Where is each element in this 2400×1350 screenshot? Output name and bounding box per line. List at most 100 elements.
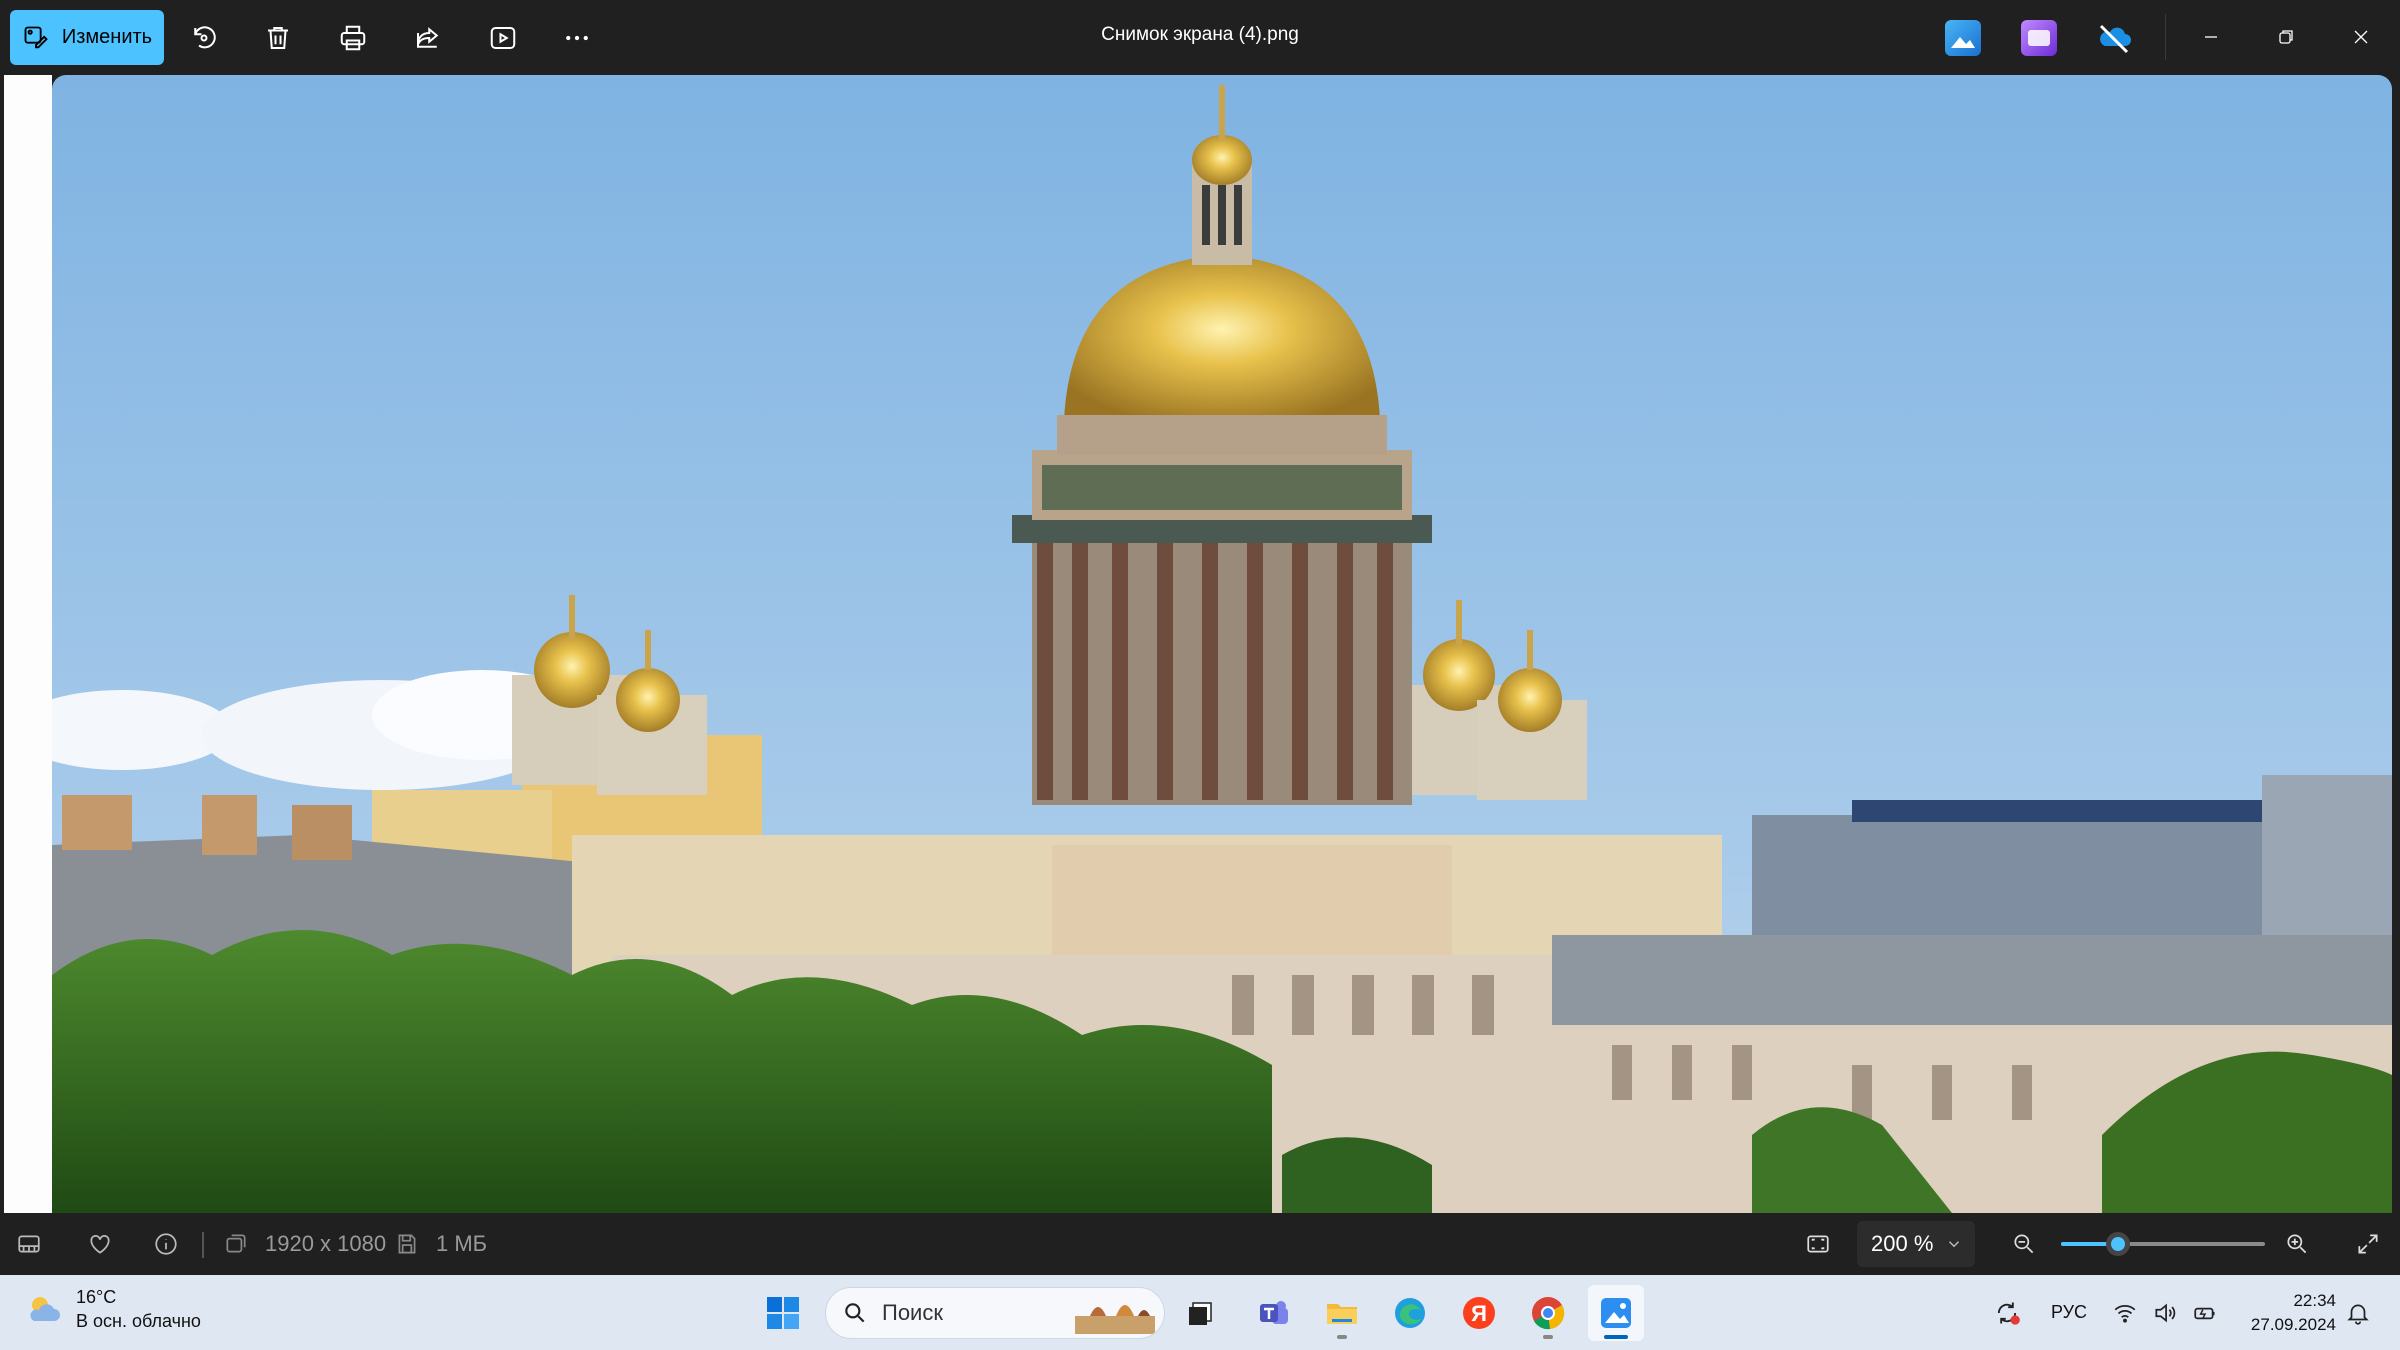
- share-icon: [417, 27, 439, 48]
- zoom-in-icon: [2287, 1234, 2307, 1254]
- rotate-icon: [194, 26, 216, 49]
- clock-date: 27.09.2024: [2250, 1315, 2336, 1334]
- photos-taskbar-button[interactable]: [1588, 1285, 1644, 1341]
- clock-time: 22:34: [2293, 1291, 2336, 1310]
- slideshow-icon: [490, 27, 516, 49]
- print-icon: [340, 25, 366, 51]
- edit-button-label: Изменить: [61, 26, 153, 48]
- fullscreen-button[interactable]: [2355, 1213, 2381, 1275]
- volume-icon: [2155, 1303, 2176, 1322]
- photos-icon: [1601, 1298, 1631, 1328]
- edit-button[interactable]: Изменить: [10, 10, 164, 65]
- zoom-out-icon: [2014, 1234, 2034, 1254]
- battery-icon: [2194, 1307, 2215, 1319]
- dimensions-text: 1920 x 1080: [265, 1231, 387, 1256]
- file-explorer-button[interactable]: [1314, 1285, 1370, 1341]
- clipchamp-button[interactable]: [2021, 20, 2057, 56]
- sync-error-icon: [1997, 1302, 2020, 1325]
- yandex-browser-button[interactable]: Я: [1451, 1285, 1507, 1341]
- windows-taskbar: 16°C В осн. облачно Поиск Я РУС 22:34 27…: [0, 1275, 2400, 1350]
- photos-icon: [1951, 37, 1975, 48]
- chrome-button[interactable]: [1520, 1285, 1576, 1341]
- toolbar-divider: [2165, 14, 2166, 60]
- svg-text:Я: Я: [1471, 1301, 1487, 1326]
- zoom-out-button[interactable]: [2011, 1213, 2037, 1275]
- zoom-slider-thumb[interactable]: [2106, 1232, 2131, 1256]
- restore-button[interactable]: [2262, 14, 2310, 60]
- displayed-photo: [52, 75, 2392, 1213]
- filmstrip-button[interactable]: [16, 1213, 42, 1275]
- search-icon: [845, 1303, 865, 1323]
- yandex-icon: Я: [1463, 1297, 1495, 1329]
- close-icon: [2354, 30, 2368, 44]
- onedrive-button[interactable]: [2096, 20, 2132, 56]
- more-icon: [566, 35, 588, 41]
- status-bar: 1920 x 1080 1 МБ 200 %: [0, 1213, 2400, 1275]
- save-icon: [398, 1234, 416, 1254]
- partly-cloudy-icon: [30, 1297, 60, 1321]
- teams-button[interactable]: [1246, 1285, 1302, 1341]
- active-indicator: [1604, 1335, 1628, 1339]
- zoom-in-button[interactable]: [2284, 1213, 2310, 1275]
- more-button[interactable]: [557, 18, 597, 58]
- clipchamp-icon: [2028, 30, 2050, 46]
- print-button[interactable]: [333, 18, 373, 58]
- zoom-level-text: 200 %: [1871, 1231, 1934, 1256]
- folder-icon: [1327, 1304, 1357, 1324]
- teams-icon: [1260, 1301, 1288, 1324]
- sync-status[interactable]: [1993, 1275, 2021, 1350]
- edge-icon: [1395, 1298, 1425, 1328]
- minimize-button[interactable]: [2187, 14, 2235, 60]
- photos-app-button[interactable]: [1945, 20, 1981, 56]
- title-bar: Изменить Снимок экрана (4).png: [0, 0, 2400, 75]
- bell-icon: [2347, 1304, 2369, 1325]
- language-indicator[interactable]: РУС: [2051, 1275, 2087, 1350]
- chevron-down-icon: [1948, 1241, 1960, 1248]
- share-button[interactable]: [408, 18, 448, 58]
- dimensions-icon: [226, 1234, 246, 1253]
- edit-image-icon: [24, 26, 48, 48]
- taskbar-search[interactable]: Поиск: [825, 1287, 1165, 1339]
- weather-description: В осн. облачно: [76, 1311, 201, 1331]
- rotate-button[interactable]: [184, 18, 224, 58]
- restore-icon: [2279, 30, 2293, 44]
- slideshow-button[interactable]: [483, 18, 523, 58]
- image-viewer[interactable]: [0, 75, 2400, 1213]
- quick-settings[interactable]: [2112, 1275, 2218, 1350]
- heart-icon: [90, 1235, 110, 1254]
- image-dimensions: 1920 x 1080: [223, 1213, 386, 1275]
- close-button[interactable]: [2337, 14, 2385, 60]
- chrome-icon: [1532, 1297, 1565, 1330]
- task-view-button[interactable]: [1173, 1285, 1229, 1341]
- running-indicator: [1337, 1335, 1347, 1339]
- zoom-level-dropdown[interactable]: 200 %: [1857, 1221, 1975, 1267]
- search-highlight-image: [1075, 1305, 1155, 1334]
- edge-button[interactable]: [1382, 1285, 1438, 1341]
- running-indicator: [1543, 1335, 1553, 1339]
- file-size: 1 МБ: [394, 1213, 487, 1275]
- windows-logo-icon: [767, 1297, 799, 1329]
- minimize-icon: [2205, 36, 2217, 38]
- fit-to-window-button[interactable]: [1805, 1213, 1831, 1275]
- filmstrip-icon: [18, 1235, 40, 1253]
- file-info-button[interactable]: [153, 1213, 179, 1275]
- file-size-text: 1 МБ: [436, 1231, 488, 1256]
- delete-icon: [268, 27, 288, 49]
- task-view-icon: [1189, 1302, 1212, 1325]
- weather-temperature: 16°C: [76, 1287, 117, 1307]
- info-icon: [155, 1233, 177, 1255]
- notifications-button[interactable]: [2345, 1275, 2371, 1350]
- image-white-border: [4, 75, 52, 1213]
- onedrive-icon: [2099, 24, 2131, 54]
- status-divider: [202, 1232, 204, 1258]
- zoom-slider[interactable]: [2061, 1232, 2265, 1256]
- search-placeholder: Поиск: [882, 1300, 943, 1325]
- fit-screen-icon: [1807, 1235, 1829, 1253]
- delete-button[interactable]: [258, 18, 298, 58]
- weather-widget[interactable]: 16°C В осн. облачно: [24, 1285, 201, 1333]
- start-button[interactable]: [755, 1285, 811, 1341]
- favorite-button[interactable]: [87, 1213, 113, 1275]
- system-clock[interactable]: 22:34 27.09.2024: [2251, 1289, 2336, 1337]
- wifi-icon: [2114, 1304, 2136, 1323]
- expand-icon: [2358, 1234, 2378, 1254]
